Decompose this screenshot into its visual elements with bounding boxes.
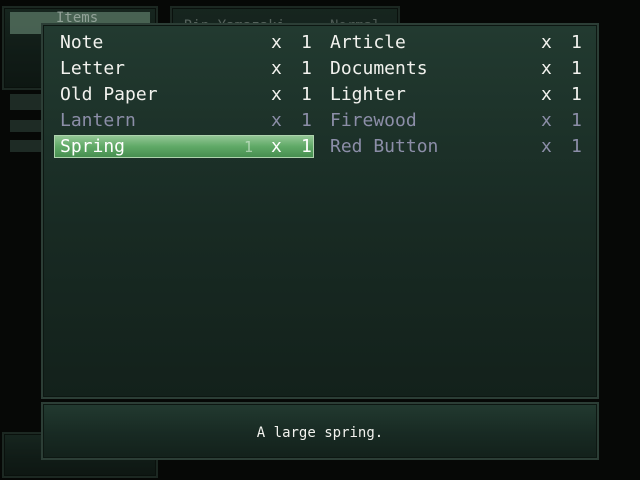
item-lighter[interactable]: Lighter x 1: [324, 83, 584, 107]
item-name: Lighter: [330, 84, 406, 105]
item-name: Documents: [330, 58, 428, 79]
item-name: Note: [60, 32, 104, 53]
item-name: Letter: [60, 58, 126, 79]
item-quantity: 1: [301, 84, 312, 105]
item-x-symbol: x: [541, 32, 552, 53]
item-documents[interactable]: Documents x 1: [324, 57, 584, 81]
item-x-symbol: x: [541, 110, 552, 131]
item-article[interactable]: Article x 1: [324, 31, 584, 55]
background-command-slot-3: [10, 140, 44, 152]
background-command-slot-2: [10, 120, 44, 132]
item-quantity: 1: [571, 84, 582, 105]
item-name: Old Paper: [60, 84, 158, 105]
item-quantity: 1: [301, 58, 312, 79]
item-firewood[interactable]: Firewood x 1: [324, 109, 584, 133]
item-x-symbol: x: [271, 58, 282, 79]
item-quantity: 1: [301, 32, 312, 53]
item-spring[interactable]: Spring x 1: [54, 135, 314, 159]
item-quantity: 1: [571, 32, 582, 53]
item-name: Lantern: [60, 110, 136, 131]
item-old-paper[interactable]: Old Paper x 1: [54, 83, 314, 107]
item-quantity: 1: [301, 136, 312, 157]
item-description: A large spring.: [256, 425, 384, 441]
item-lantern[interactable]: Lantern x 1: [54, 109, 314, 133]
item-x-symbol: x: [541, 84, 552, 105]
item-name: Article: [330, 32, 406, 53]
item-name: Red Button: [330, 136, 439, 157]
item-x-symbol: x: [271, 110, 282, 131]
item-x-symbol: x: [271, 84, 282, 105]
item-x-symbol: x: [541, 58, 552, 79]
item-quantity: 1: [301, 110, 312, 131]
item-name: Spring: [60, 136, 126, 157]
item-name: Firewood: [330, 110, 417, 131]
item-quantity: 1: [571, 136, 582, 157]
item-note[interactable]: Note x 1: [54, 31, 314, 55]
item-x-symbol: x: [271, 136, 282, 157]
item-quantity: 1: [571, 110, 582, 131]
item-letter[interactable]: Letter x 1: [54, 57, 314, 81]
background-command-slot-1: [10, 94, 44, 110]
item-red-button[interactable]: Red Button x 1: [324, 135, 584, 159]
item-x-symbol: x: [271, 32, 282, 53]
help-window: A large spring.: [41, 402, 599, 460]
item-quantity: 1: [571, 58, 582, 79]
item-x-symbol: x: [541, 136, 552, 157]
